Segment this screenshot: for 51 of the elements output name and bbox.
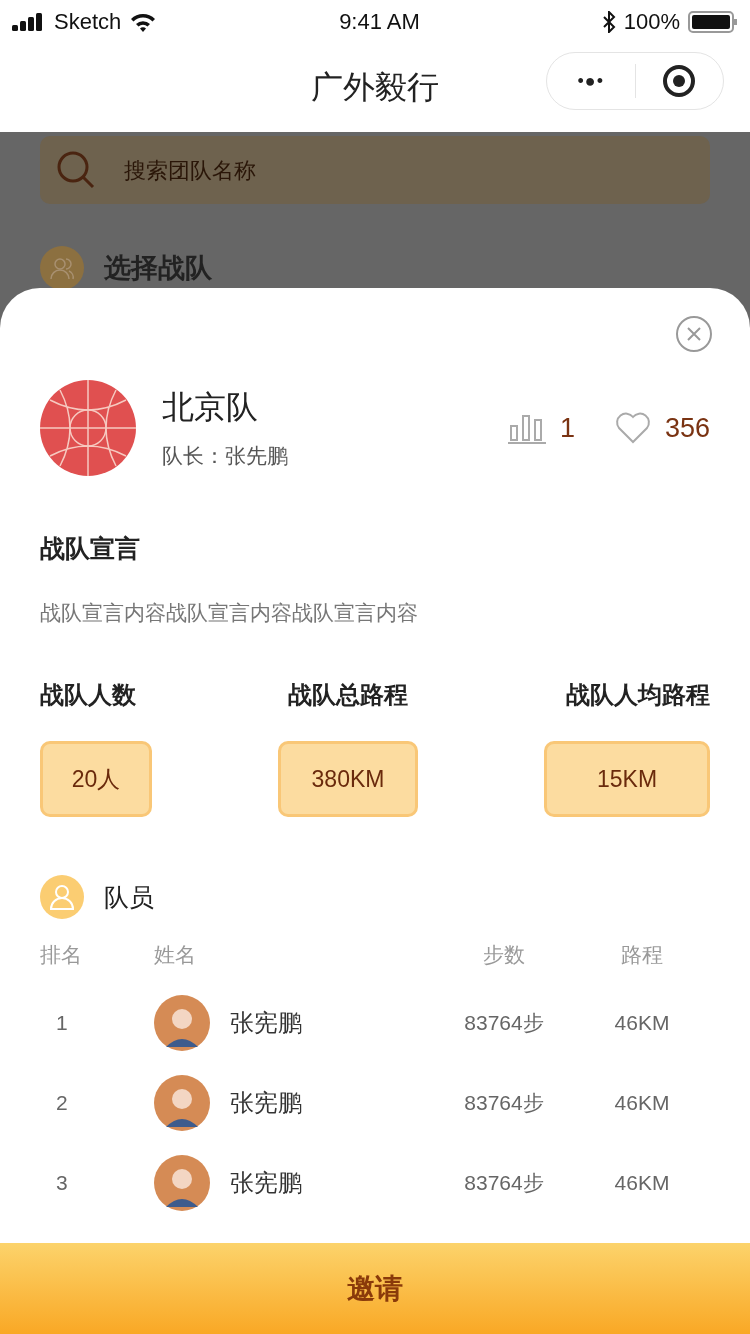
steps-cell-text: 83764步 — [463, 1010, 545, 1036]
more-button[interactable]: •●• — [547, 53, 635, 109]
stat-value: 380KM — [278, 741, 418, 817]
member-name: 张宪鹏 — [230, 1008, 302, 1039]
declaration-text: 战队宣言内容战队宣言内容战队宣言内容 — [40, 600, 419, 627]
steps-cell-text: 83764步 — [463, 1090, 545, 1116]
target-icon — [662, 64, 697, 98]
distance-cell-text: 46KM — [613, 1011, 671, 1035]
avatar — [154, 995, 210, 1051]
rank-cell-text: 2 — [55, 1091, 69, 1115]
column-header: 路程 — [620, 942, 664, 969]
stat-label: 战队人数 — [40, 680, 136, 711]
page-title: 广外毅行 — [311, 67, 439, 108]
wifi-icon — [129, 12, 158, 32]
close-button[interactable] — [676, 316, 712, 352]
invite-button[interactable]: 邀请 — [0, 1243, 750, 1334]
stat-label: 战队人均路程 — [566, 680, 710, 711]
close-icon — [686, 326, 702, 342]
person-icon — [40, 875, 84, 919]
team-name: 北京队 — [162, 387, 259, 428]
avatar — [154, 1075, 210, 1131]
clock: 9:41 AM — [339, 9, 420, 35]
stat-value: 20人 — [40, 741, 152, 817]
bar-chart-icon — [507, 412, 546, 444]
column-header: 排名 — [40, 942, 83, 969]
carrier: Sketch — [54, 9, 122, 35]
avatar — [154, 1155, 210, 1211]
members-title: 队员 — [104, 881, 154, 914]
battery-level: 100% — [623, 9, 680, 35]
column-header: 姓名 — [154, 942, 197, 969]
declaration-title: 战队宣言 — [40, 533, 141, 565]
heart-icon[interactable] — [614, 412, 651, 444]
stat-label: 战队总路程 — [288, 680, 408, 711]
rank-cell-text: 3 — [55, 1171, 69, 1195]
likes-count: 356 — [664, 412, 710, 444]
search-field[interactable]: 搜索团队名称 — [40, 136, 710, 204]
column-header: 步数 — [482, 942, 526, 969]
section-title: 选择战队 — [104, 251, 212, 285]
distance-cell-text: 46KM — [613, 1091, 671, 1115]
steps-cell-text: 83764步 — [463, 1170, 545, 1196]
rank-cell-text: 1 — [55, 1011, 69, 1035]
bluetooth-icon — [601, 11, 616, 33]
stat-value: 15KM — [544, 741, 710, 817]
member-name: 张宪鹏 — [230, 1168, 302, 1199]
search-icon — [56, 150, 96, 190]
rank-value: 1 — [559, 412, 575, 444]
distance-cell-text: 46KM — [613, 1171, 671, 1195]
team-icon — [40, 246, 84, 290]
member-name: 张宪鹏 — [230, 1088, 302, 1119]
battery-icon — [688, 11, 738, 33]
team-captain: 队长：张先鹏 — [162, 443, 289, 470]
